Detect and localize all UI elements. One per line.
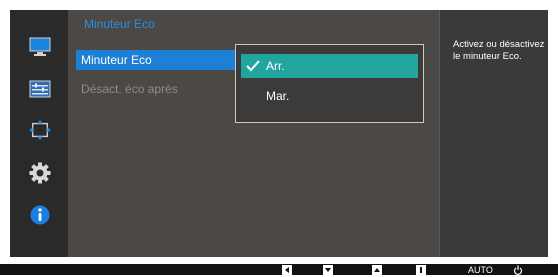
option-label: Mar. bbox=[266, 89, 290, 103]
bottom-button-bar: AUTO bbox=[0, 264, 558, 275]
option-off[interactable]: Arr. bbox=[241, 54, 418, 78]
power-icon[interactable] bbox=[513, 265, 523, 275]
information-icon[interactable] bbox=[29, 204, 51, 226]
auto-button[interactable]: AUTO bbox=[468, 265, 493, 275]
options-dropdown: Arr. Mar. bbox=[235, 44, 424, 123]
settings-gear-icon[interactable] bbox=[29, 162, 51, 184]
menu-item-eco-timer[interactable]: Minuteur Eco bbox=[76, 50, 236, 70]
enter-button-icon[interactable] bbox=[416, 265, 426, 275]
monitor-screen: Minuteur Eco Minuteur Eco Désact. éco ap… bbox=[0, 0, 558, 258]
help-panel: Activez ou désactivez le minuteur Eco. bbox=[439, 10, 548, 257]
option-on[interactable]: Mar. bbox=[241, 84, 418, 108]
panel-title: Minuteur Eco bbox=[84, 17, 155, 31]
up-arrow-button-icon[interactable] bbox=[372, 265, 382, 275]
size-position-icon[interactable] bbox=[29, 119, 51, 141]
osd-sidebar bbox=[10, 10, 68, 257]
checkmark-icon bbox=[246, 54, 260, 86]
option-label: Arr. bbox=[266, 59, 285, 73]
picture-icon[interactable] bbox=[29, 36, 51, 58]
adjust-icon[interactable] bbox=[29, 78, 51, 100]
menu-item-label: Minuteur Eco bbox=[81, 53, 152, 67]
left-arrow-button-icon[interactable] bbox=[282, 265, 292, 275]
help-text: Activez ou désactivez le minuteur Eco. bbox=[453, 39, 545, 62]
down-arrow-button-icon[interactable] bbox=[323, 265, 333, 275]
menu-item-eco-off-after: Désact. éco après bbox=[76, 79, 236, 99]
menu-item-label: Désact. éco après bbox=[81, 82, 178, 96]
